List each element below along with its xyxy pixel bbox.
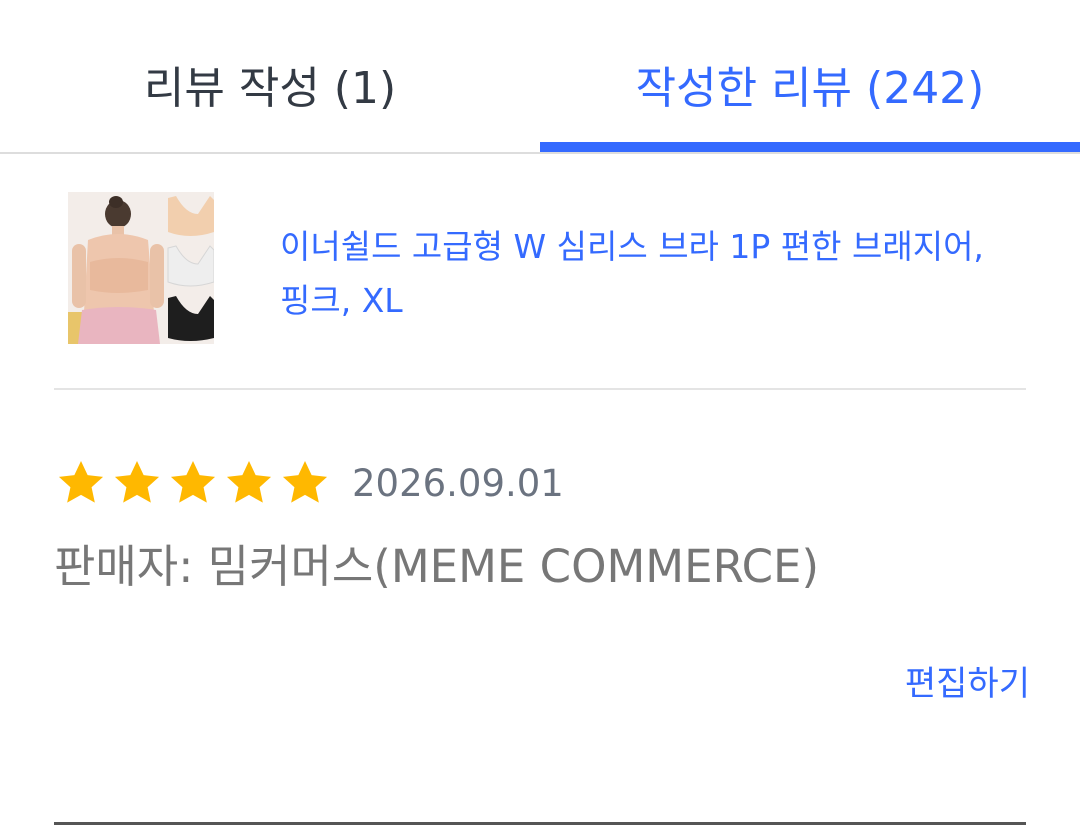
- product-thumbnail[interactable]: [68, 192, 214, 344]
- review-tabs: 리뷰 작성 (1) 작성한 리뷰 (242): [0, 0, 1080, 154]
- star-icon: [58, 460, 104, 503]
- rating-row: 2026.09.01: [54, 454, 564, 512]
- star-rating: [54, 456, 334, 510]
- seller-name: 판매자: 밈커머스(MEME COMMERCE): [54, 540, 820, 593]
- product-image: [68, 192, 214, 344]
- product-row: 이너쉴드 고급형 W 심리스 브라 1P 편한 브래지어, 핑크, XL: [54, 154, 1026, 390]
- active-tab-indicator: [540, 142, 1080, 152]
- review-date: 2026.09.01: [352, 461, 564, 505]
- edit-review-button[interactable]: 편집하기: [905, 656, 1030, 705]
- product-name-link[interactable]: 이너쉴드 고급형 W 심리스 브라 1P 편한 브래지어, 핑크, XL: [280, 220, 1000, 328]
- star-icon: [226, 460, 272, 503]
- star-icon: [170, 460, 216, 503]
- tab-written-reviews[interactable]: 작성한 리뷰 (242): [540, 0, 1080, 154]
- star-icon: [282, 460, 328, 503]
- star-icon: [114, 460, 160, 503]
- tab-write-review[interactable]: 리뷰 작성 (1): [0, 0, 540, 154]
- divider: [54, 822, 1026, 825]
